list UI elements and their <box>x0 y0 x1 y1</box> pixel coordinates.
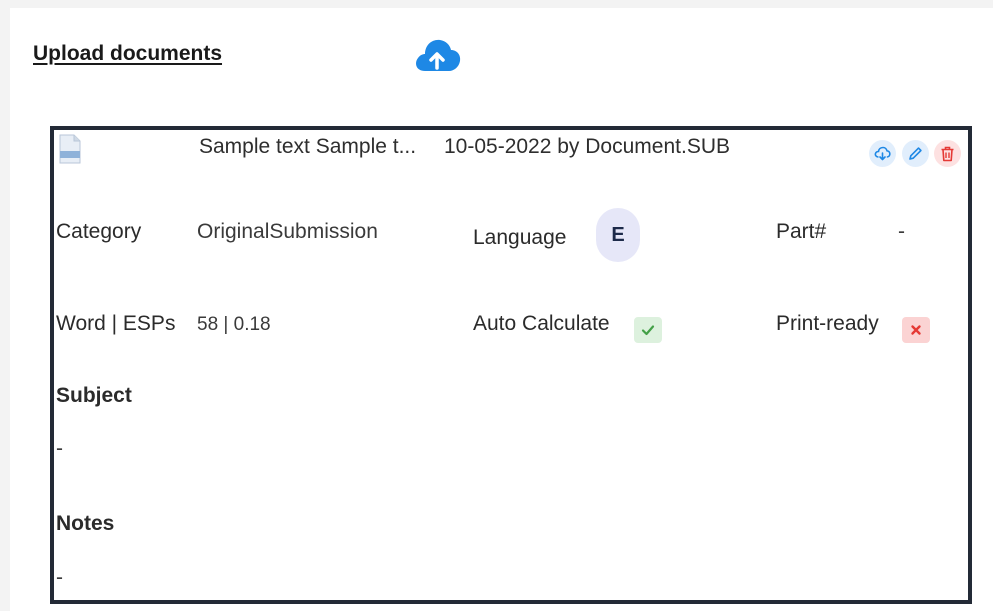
category-value: OriginalSubmission <box>197 220 378 243</box>
print-ready-label: Print-ready <box>776 312 879 335</box>
notes-label: Notes <box>56 512 115 535</box>
word-esps-value: 58 | 0.18 <box>197 314 271 335</box>
pencil-icon <box>909 147 922 160</box>
auto-calculate-label: Auto Calculate <box>473 312 610 335</box>
download-button[interactable] <box>869 140 896 167</box>
notes-value: - <box>56 566 63 589</box>
trash-icon <box>941 146 954 161</box>
cloud-download-icon <box>874 146 891 161</box>
document-meta: 10-05-2022 by Document.SUB <box>444 135 730 158</box>
category-label: Category <box>56 220 142 243</box>
language-label: Language <box>473 226 567 249</box>
document-card: Sample text Sample t... 10-05-2022 by Do… <box>50 126 972 604</box>
subject-value: - <box>56 437 63 460</box>
part-value: - <box>898 220 905 243</box>
upload-panel: Upload documents Sample text Sample t...… <box>10 8 993 611</box>
upload-documents-title: Upload documents <box>33 42 223 65</box>
doc-file-icon <box>58 134 82 164</box>
part-label: Part# <box>776 220 827 243</box>
delete-button[interactable] <box>934 140 961 167</box>
cloud-upload-icon[interactable] <box>412 35 462 75</box>
print-ready-cross[interactable] <box>902 317 930 343</box>
subject-label: Subject <box>56 384 132 407</box>
edit-button[interactable] <box>902 140 929 167</box>
close-icon <box>911 325 921 335</box>
word-esps-label: Word | ESPs <box>56 312 176 335</box>
document-name[interactable]: Sample text Sample t... <box>199 135 416 159</box>
check-icon <box>641 325 655 336</box>
language-badge[interactable]: E <box>596 208 640 262</box>
auto-calculate-check[interactable] <box>634 317 662 343</box>
